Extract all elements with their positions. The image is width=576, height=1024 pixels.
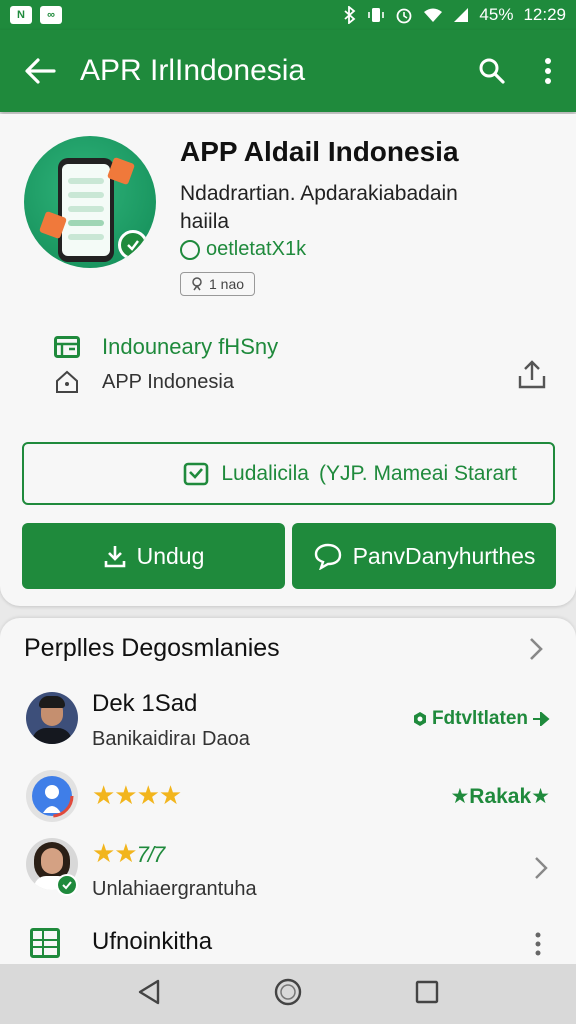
phone-graphic bbox=[58, 158, 114, 262]
more-vert-icon bbox=[545, 58, 551, 84]
start-button[interactable]: Ludalicila (YJP. Mameai Starart bbox=[22, 442, 555, 505]
section-expand-button[interactable] bbox=[528, 636, 544, 667]
app-bar: APR IrlIndonesia bbox=[0, 30, 576, 112]
download-button[interactable]: Undug bbox=[22, 523, 285, 589]
list-item[interactable]: Ufnoinkitha bbox=[0, 918, 576, 964]
category-label: Indouneary fHSny bbox=[102, 334, 279, 359]
rating-stars: ★★★★ bbox=[92, 780, 182, 810]
follow-button[interactable]: Fdtvltlaten bbox=[412, 708, 550, 730]
verified-circle-icon bbox=[180, 239, 200, 260]
wifi-icon bbox=[424, 8, 443, 22]
arrow-right-icon bbox=[533, 712, 550, 726]
section-title: Perplles Degosmlanies bbox=[24, 634, 280, 662]
nav-recents-button[interactable] bbox=[414, 979, 440, 1010]
search-button[interactable] bbox=[464, 30, 520, 112]
status-bar: N ∞ 45% 12:29 bbox=[0, 0, 576, 30]
rating-icon bbox=[192, 277, 202, 291]
app-name: APP Aldail Indonesia bbox=[180, 136, 459, 167]
system-nav-bar bbox=[0, 964, 576, 1024]
app-icon bbox=[24, 136, 156, 268]
people-section-card: Perplles Degosmlanies Dek 1Sad Banikaidi… bbox=[0, 618, 576, 964]
share-app-button-label: PanvDanyhurthes bbox=[352, 542, 536, 569]
list-item-subtitle: Unlahiaergrantuha bbox=[92, 878, 257, 900]
home-icon bbox=[56, 370, 78, 393]
message-check-icon bbox=[184, 462, 209, 485]
content-rating-label: 1 nao bbox=[209, 276, 245, 292]
vibrate-icon bbox=[368, 8, 385, 22]
share-icon bbox=[518, 360, 546, 389]
app-tag[interactable]: oetletatX1k bbox=[180, 238, 306, 261]
more-vert-icon bbox=[535, 932, 541, 956]
hexagon-icon bbox=[413, 712, 426, 726]
list-item[interactable]: ★★★★ ★Rakak★ bbox=[0, 766, 576, 826]
list-item-name: Dek 1Sad bbox=[92, 690, 198, 717]
category-row[interactable]: Indouneary fHSny bbox=[54, 334, 278, 360]
square-recents-icon bbox=[416, 980, 439, 1003]
notification-icon: N bbox=[10, 6, 32, 24]
signal-icon bbox=[454, 8, 469, 22]
start-button-label: Ludalicila (YJP. Mameai Starart bbox=[221, 461, 517, 485]
share-button[interactable] bbox=[512, 356, 552, 392]
avatar bbox=[26, 692, 78, 744]
app-developer: Ndadrartian. Apdarakiabadain haiila bbox=[180, 182, 458, 233]
calendar-icon bbox=[54, 336, 80, 358]
arrow-left-icon bbox=[25, 58, 56, 84]
chat-bubble-icon bbox=[314, 543, 341, 570]
download-icon bbox=[104, 546, 125, 568]
back-button[interactable] bbox=[0, 30, 80, 112]
list-item[interactable]: Dek 1Sad Banikaidiraı Daoa Fdtvltlaten bbox=[0, 686, 576, 756]
publisher-row[interactable]: APP Indonesia bbox=[54, 370, 234, 394]
row-expand-button[interactable] bbox=[534, 856, 548, 885]
battery-level: 45% bbox=[479, 5, 514, 24]
google-avatar-icon bbox=[30, 774, 74, 818]
bluetooth-icon bbox=[344, 6, 356, 24]
check-badge-icon bbox=[56, 874, 78, 896]
sheet-icon bbox=[30, 928, 60, 958]
check-badge-icon bbox=[118, 230, 148, 260]
clock: 12:29 bbox=[523, 5, 566, 24]
search-icon bbox=[479, 58, 505, 84]
rating-label: ★Rakak★ bbox=[450, 785, 550, 808]
nav-home-button[interactable] bbox=[273, 977, 303, 1012]
avatar bbox=[26, 770, 78, 822]
download-button-label: Undug bbox=[136, 542, 205, 569]
nav-back-button[interactable] bbox=[136, 978, 162, 1011]
share-app-button[interactable]: PanvDanyhurthes bbox=[292, 523, 556, 589]
list-item-subtitle: Banikaidiraı Daoa bbox=[92, 728, 250, 750]
publisher-label: APP Indonesia bbox=[102, 370, 234, 393]
app-tag-label: oetletatX1k bbox=[206, 238, 307, 260]
app-bar-title: APR IrlIndonesia bbox=[80, 54, 306, 87]
row-more-button[interactable] bbox=[535, 932, 541, 961]
content-rating-chip: 1 nao bbox=[180, 272, 256, 296]
follow-label: Fdtvltlaten bbox=[431, 708, 528, 729]
alarm-icon bbox=[397, 8, 412, 24]
notification-icon: ∞ bbox=[40, 6, 62, 24]
list-item-name: Ufnoinkitha bbox=[92, 928, 213, 955]
rating-stars: ★★7/7 bbox=[92, 838, 165, 868]
chevron-right-icon bbox=[530, 638, 543, 660]
triangle-back-icon bbox=[138, 979, 159, 1004]
chevron-right-icon bbox=[535, 857, 548, 879]
more-options-button[interactable] bbox=[520, 30, 576, 112]
circle-home-icon bbox=[274, 978, 302, 1005]
list-item[interactable]: ★★7/7 Unlahiaergrantuha bbox=[0, 832, 576, 910]
app-header-card: APP Aldail Indonesia Ndadrartian. Apdara… bbox=[0, 114, 576, 606]
